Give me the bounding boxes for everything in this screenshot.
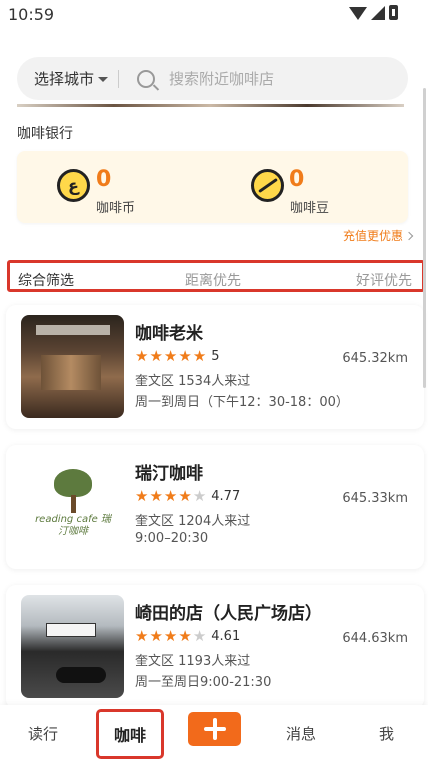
star-icon: ★ [149,347,163,365]
search-divider [118,69,120,88]
star-icon: ★ [163,487,178,505]
shop-hours: 周一至周日9:00-21:30 [135,675,272,690]
add-button[interactable] [188,712,241,746]
shop-stars: ★ ★ ★ ★ ★ 5 [135,347,220,365]
tree-trunk-icon [71,495,76,513]
shop-thumbnail [21,315,124,418]
star-icon: ★ [192,347,207,365]
shop-thumbnail [21,595,124,698]
scrollbar[interactable] [423,88,426,388]
banner-image[interactable] [17,104,404,107]
shop-rating: 5 [211,349,220,364]
coin-icon[interactable]: ع [57,169,90,202]
shop-distance: 645.32km [342,351,408,366]
shop-stars: ★ ★ ★ ★ ★ 4.77 [135,487,241,505]
storefront-sign [46,623,96,637]
chevron-right-icon [404,231,414,240]
plus-icon [203,718,226,740]
shop-name: 咖啡老米 [135,324,203,344]
status-time: 10:59 [8,5,55,24]
tab-me[interactable]: 我 [379,723,394,744]
star-icon: ★ [135,487,149,505]
shop-district-visits: 奎文区 1204人来过 [135,514,251,529]
star-icon: ★ [178,487,192,505]
shop-hours: 9:00–20:30 [135,531,209,546]
coffee-coins-value: 0 [96,167,112,192]
star-icon: ★ [149,627,163,645]
shop-distance: 644.63km [342,631,408,646]
shop-rating: 4.61 [211,629,241,644]
recharge-link[interactable]: 充值更优惠 [342,227,414,244]
recharge-link-label: 充值更优惠 [342,229,403,243]
shop-name: 崎田的店（人民广场店） [135,604,322,624]
coffee-coins-label[interactable]: 咖啡币 [96,197,135,216]
battery-icon [389,5,398,20]
star-icon: ★ [149,487,163,505]
shop-district-visits: 奎文区 1534人来过 [135,374,251,389]
star-icon: ★ [178,347,192,365]
wifi-icon [349,7,367,20]
shop-card[interactable]: 咖啡老米 ★ ★ ★ ★ ★ 5 645.32km 奎文区 1534人来过 周一… [6,305,424,429]
bean-icon[interactable] [251,169,284,202]
coffee-beans-value: 0 [289,167,305,192]
shop-name: 瑞汀咖啡 [135,464,203,484]
shop-thumbnail: reading cafe 瑞汀咖啡 [21,455,124,558]
tab-messages[interactable]: 消息 [286,723,316,744]
star-icon: ★ [135,347,149,365]
city-selector[interactable]: 选择城市 [17,68,109,89]
shop-stars: ★ ★ ★ ★ ★ 4.61 [135,627,241,645]
shop-card[interactable]: 崎田的店（人民广场店） ★ ★ ★ ★ ★ 4.61 644.63km 奎文区 … [6,585,424,709]
shop-district-visits: 奎文区 1193人来过 [135,654,251,669]
star-icon: ★ [178,627,192,645]
shop-card[interactable]: reading cafe 瑞汀咖啡 瑞汀咖啡 ★ ★ ★ ★ ★ 4.77 64… [6,445,424,569]
star-icon: ★ [135,627,149,645]
star-icon: ★ [163,347,178,365]
coffee-bank-title: 咖啡银行 [17,126,73,142]
signal-icon [371,5,385,20]
search-bar: 选择城市 搜索附近咖啡店 [17,57,408,100]
star-icon: ★ [163,627,178,645]
shop-distance: 645.33km [342,491,408,506]
filter-distance[interactable]: 距离优先 [185,270,241,290]
star-empty-icon: ★ [192,487,207,505]
status-bar: 10:59 [0,0,428,30]
coffee-bank-card: ع 0 咖啡币 0 咖啡豆 [17,151,408,223]
star-empty-icon: ★ [192,627,207,645]
motorcycle-shape [56,667,106,683]
filter-comprehensive[interactable]: 综合筛选 [18,270,74,290]
tab-read[interactable]: 读行 [28,723,58,744]
status-icons [349,5,398,20]
filter-rating[interactable]: 好评优先 [356,270,412,290]
shop-logo-text: reading cafe 瑞汀咖啡 [35,514,111,537]
search-icon[interactable] [137,69,156,88]
search-input[interactable]: 搜索附近咖啡店 [169,68,274,89]
shop-rating: 4.77 [211,489,241,504]
tree-logo-icon [54,469,92,497]
city-selector-label: 选择城市 [34,70,95,88]
caret-down-icon [98,77,109,82]
filter-bar: 综合筛选 距离优先 好评优先 [7,260,425,292]
tab-coffee[interactable]: 咖啡 [96,709,164,759]
coffee-beans-label[interactable]: 咖啡豆 [290,197,329,216]
shop-hours: 周一到周日（下午12：30-18：00） [135,395,349,410]
